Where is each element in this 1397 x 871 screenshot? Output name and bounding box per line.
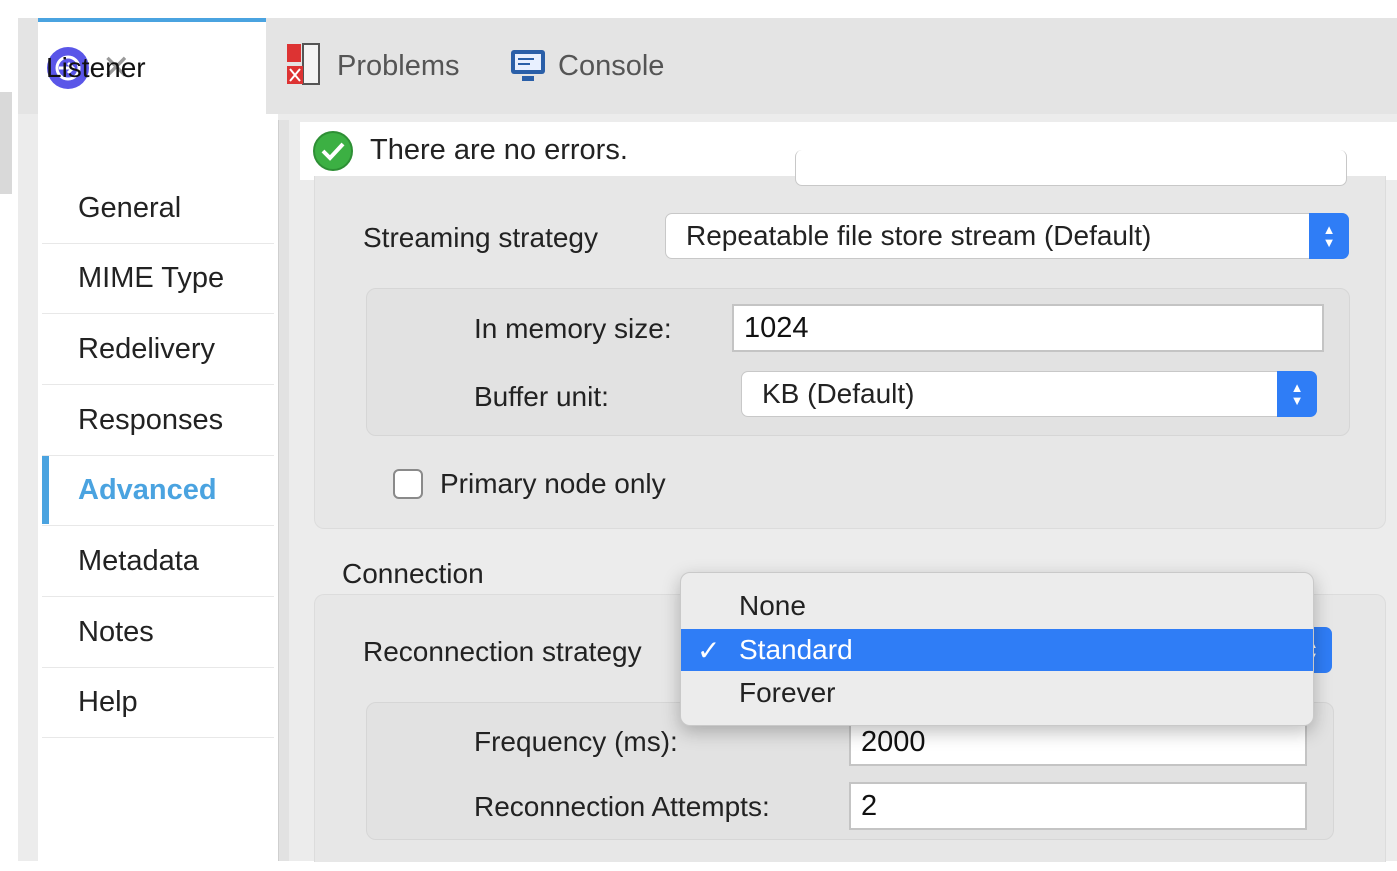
hidden-select[interactable] (795, 150, 1347, 186)
sidebar-item-notes[interactable]: Notes (42, 598, 274, 668)
sidebar-item-label: Metadata (78, 545, 199, 577)
tab-problems[interactable]: Problems (283, 18, 460, 114)
select-value: Repeatable file store stream (Default) (686, 220, 1152, 251)
reconnection-attempts-label: Reconnection Attempts: (474, 791, 770, 822)
select-value: KB (Default) (762, 378, 915, 409)
sidebar-item-mime-type[interactable]: MIME Type (42, 244, 274, 314)
updown-icon: ▲▼ (1309, 213, 1349, 259)
tab-label: Console (558, 49, 665, 82)
option-label: None (739, 590, 806, 621)
tab-label: Listener (46, 52, 146, 83)
sidebar-item-metadata[interactable]: Metadata (42, 527, 274, 597)
dropdown-option-forever[interactable]: Forever (681, 672, 1313, 714)
console-icon (508, 46, 548, 86)
sidebar-item-label: Help (78, 686, 138, 718)
option-label: Forever (739, 677, 836, 708)
dropdown-option-standard[interactable]: ✓ Standard (681, 629, 1313, 671)
checkmark-icon: ✓ (697, 634, 721, 666)
sidebar-item-label: Redelivery (78, 333, 215, 365)
sidebar-item-advanced[interactable]: Advanced (42, 456, 274, 526)
streaming-strategy-label: Streaming strategy (363, 222, 598, 253)
sidebar-item-responses[interactable]: Responses (42, 386, 274, 456)
tab-listener[interactable]: Listener ✕ (38, 18, 266, 114)
tab-bar: Listener ✕ Problems Console (18, 18, 1397, 114)
tab-console[interactable]: Console (508, 18, 664, 114)
left-edge-strip (0, 92, 12, 194)
reconnection-strategy-dropdown: None ✓ Standard Forever (680, 572, 1314, 726)
sidebar-item-help[interactable]: Help (42, 668, 274, 738)
dropdown-option-none[interactable]: None (681, 585, 1313, 627)
sidebar-item-label: Advanced (78, 474, 217, 506)
check-circle-icon (312, 130, 354, 172)
sidebar-item-label: Responses (78, 404, 224, 436)
reconnection-strategy-label: Reconnection strategy (363, 636, 642, 667)
problems-icon (283, 42, 327, 90)
buffer-unit-select[interactable]: KB (Default) ▲ ▼ (741, 371, 1317, 417)
sidebar-item-redelivery[interactable]: Redelivery (42, 315, 274, 385)
sidebar-item-general[interactable]: General (42, 174, 274, 244)
sidebar-divider[interactable] (278, 120, 289, 861)
active-item-indicator (42, 456, 49, 524)
buffer-unit-label: Buffer unit: (474, 381, 609, 412)
connection-section-title: Connection (342, 558, 484, 589)
streaming-strategy-select[interactable]: Repeatable file store stream (Default) ▲… (665, 213, 1349, 259)
primary-node-label: Primary node only (440, 468, 666, 499)
tab-label: Problems (337, 49, 460, 82)
status-text: There are no errors. (370, 134, 628, 166)
primary-node-checkbox[interactable] (393, 469, 423, 499)
memory-size-label: In memory size: (474, 313, 672, 344)
sidebar-item-label: General (78, 192, 182, 224)
sidebar-item-label: Notes (78, 616, 154, 648)
sidebar: General MIME Type Redelivery Responses A… (38, 114, 278, 861)
option-label: Standard (739, 634, 853, 665)
reconnection-attempts-input[interactable]: 2 (849, 782, 1307, 830)
frequency-label: Frequency (ms): (474, 726, 678, 757)
memory-size-input[interactable]: 1024 (732, 304, 1324, 352)
sidebar-item-label: MIME Type (78, 262, 225, 294)
updown-icon: ▲▼ (1277, 371, 1317, 417)
